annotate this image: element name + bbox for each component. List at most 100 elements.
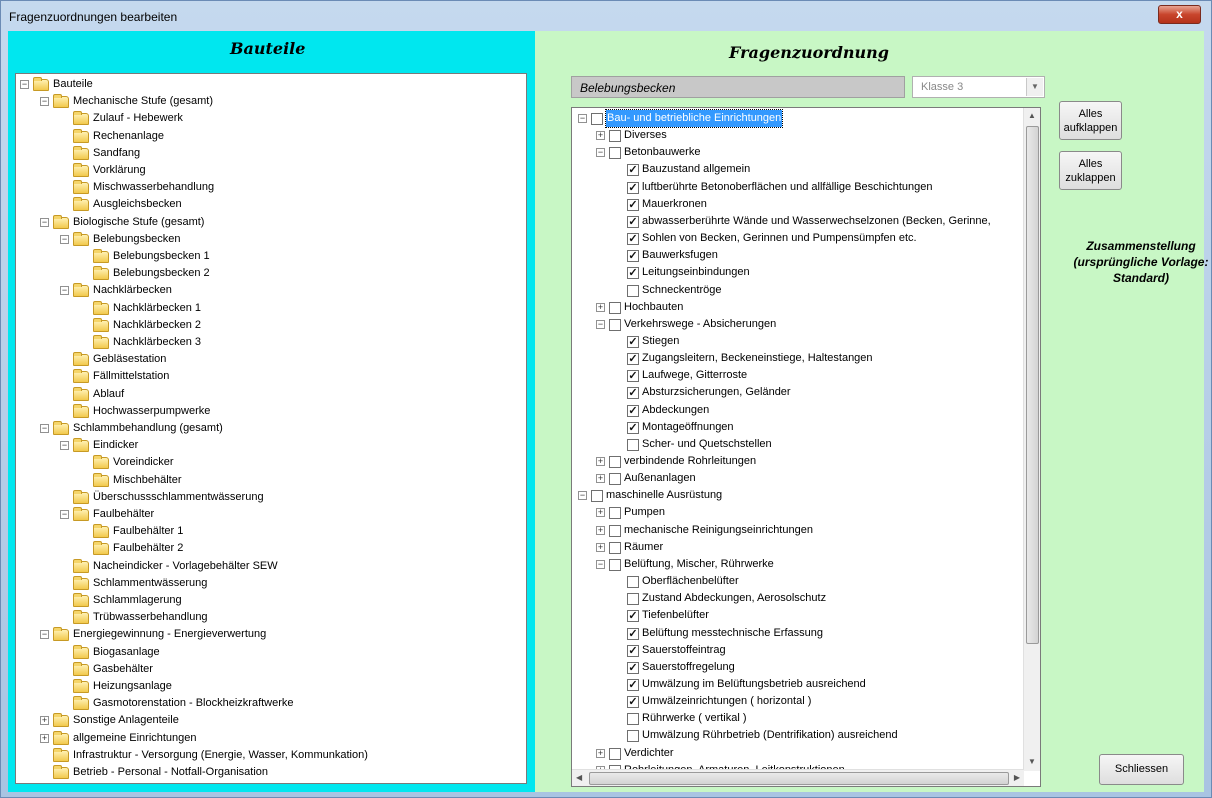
frage-tree-item[interactable]: ✓ Umwälzeinrichtungen ( horizontal ) — [572, 693, 1024, 710]
bauteil-tree-item[interactable]: Schlammlagerung — [16, 592, 526, 609]
bauteile-tree[interactable]: − Bauteile − Mechanische Stufe (gesamt) Zula… — [15, 73, 527, 784]
frage-tree-item[interactable]: Scher- und Quetschstellen — [572, 436, 1024, 453]
horizontal-scroll-thumb[interactable] — [589, 772, 1009, 785]
frage-tree-item[interactable]: + mechanische Reinigungseinrichtungen — [572, 522, 1024, 539]
expand-node-icon[interactable]: + — [596, 748, 605, 758]
bauteil-tree-item[interactable]: Nachklärbecken 1 — [16, 300, 526, 317]
checkbox-checked[interactable]: ✓ — [627, 387, 639, 400]
frage-tree-item[interactable]: Zustand Abdeckungen, Aerosolschutz — [572, 590, 1024, 607]
bauteil-tree-item[interactable]: Trübwasserbehandlung — [16, 609, 526, 626]
checkbox-checked[interactable]: ✓ — [627, 661, 639, 674]
bauteil-tree-item[interactable]: − Mechanische Stufe (gesamt) — [16, 93, 526, 110]
checkbox-unchecked[interactable] — [609, 558, 621, 571]
chevron-down-icon[interactable]: ▼ — [1026, 78, 1043, 96]
checkbox-unchecked[interactable] — [591, 490, 603, 503]
frage-tree-item[interactable]: ✓ Zugangsleitern, Beckeneinstiege, Haltes… — [572, 350, 1024, 367]
frage-tree-item[interactable]: − maschinelle Ausrüstung — [572, 487, 1024, 504]
checkbox-unchecked[interactable] — [627, 730, 639, 743]
frage-tree-item[interactable]: + Hochbauten — [572, 299, 1024, 316]
checkbox-checked[interactable]: ✓ — [627, 267, 639, 280]
collapse-node-icon[interactable]: − — [20, 80, 29, 89]
scroll-left-icon[interactable]: ◀ — [576, 773, 582, 782]
checkbox-checked[interactable]: ✓ — [627, 404, 639, 417]
checkbox-unchecked[interactable] — [627, 593, 639, 606]
frage-tree-item[interactable]: − Belüftung, Mischer, Rührwerke — [572, 556, 1024, 573]
checkbox-checked[interactable]: ✓ — [627, 250, 639, 263]
frage-tree-item[interactable]: ✓ Sohlen von Becken, Gerinnen und Pumpens… — [572, 230, 1024, 247]
frage-tree-item[interactable]: ✓ Absturzsicherungen, Geländer — [572, 384, 1024, 401]
frage-tree-item[interactable]: ✓ Bauwerksfugen — [572, 247, 1024, 264]
checkbox-checked[interactable]: ✓ — [627, 610, 639, 623]
collapse-node-icon[interactable]: − — [60, 234, 69, 244]
frage-tree-item[interactable]: Oberflächenbelüfter — [572, 573, 1024, 590]
checkbox-unchecked[interactable] — [627, 713, 639, 726]
bauteil-tree-item[interactable]: Gasbehälter — [16, 661, 526, 678]
frage-tree-item[interactable]: ✓ Montageöffnungen — [572, 419, 1024, 436]
checkbox-checked[interactable]: ✓ — [627, 181, 639, 194]
checkbox-unchecked[interactable] — [609, 507, 621, 520]
bauteil-tree-item[interactable]: Betrieb - Personal - Notfall-Organisatio… — [16, 764, 526, 781]
bauteil-tree-item[interactable]: Nachklärbecken 3 — [16, 334, 526, 351]
bauteil-tree-item[interactable]: Voreindicker — [16, 454, 526, 471]
frage-tree-item[interactable]: ✓ Laufwege, Gitterroste — [572, 367, 1024, 384]
bauteil-tree-item[interactable]: Faulbehälter 2 — [16, 540, 526, 557]
checkbox-unchecked[interactable] — [609, 473, 621, 486]
frage-tree-item[interactable]: ✓ Sauerstoffregelung — [572, 659, 1024, 676]
checkbox-unchecked[interactable] — [609, 301, 621, 314]
frage-tree-item[interactable]: − Verkehrswege - Absicherungen — [572, 316, 1024, 333]
frage-tree-item[interactable]: + Pumpen — [572, 504, 1024, 521]
frage-tree-item[interactable]: ✓ luftberührte Betonoberflächen und allfä… — [572, 179, 1024, 196]
bauteil-tree-item[interactable]: Rechenanlage — [16, 128, 526, 145]
bauteil-tree-item[interactable]: Ausgleichsbecken — [16, 196, 526, 213]
checkbox-unchecked[interactable] — [609, 147, 621, 160]
frage-tree-item[interactable]: Schneckentröge — [572, 282, 1024, 299]
expand-node-icon[interactable]: + — [596, 542, 605, 552]
collapse-node-icon[interactable]: − — [596, 319, 605, 329]
bauteil-tree-item[interactable]: Nacheindicker - Vorlagebehälter SEW — [16, 558, 526, 575]
bauteil-tree-item[interactable]: + Sonstige Anlagenteile — [16, 712, 526, 729]
bauteil-tree-item[interactable]: − Belebungsbecken — [16, 231, 526, 248]
checkbox-unchecked[interactable] — [627, 576, 639, 589]
bauteil-tree-item[interactable]: Gasmotorenstation - Blockheizkraftwerke — [16, 695, 526, 712]
checkbox-unchecked[interactable] — [609, 524, 621, 537]
checkbox-unchecked[interactable] — [627, 438, 639, 451]
checkbox-checked[interactable]: ✓ — [627, 215, 639, 228]
frage-tree-item[interactable]: ✓ Stiegen — [572, 333, 1024, 350]
bauteil-tree-item[interactable]: Mischbehälter — [16, 472, 526, 489]
frage-tree-item[interactable]: ✓ Abdeckungen — [572, 402, 1024, 419]
checkbox-checked[interactable]: ✓ — [627, 678, 639, 691]
bauteil-tree-item[interactable]: Nachklärbecken 2 — [16, 317, 526, 334]
checkbox-checked[interactable]: ✓ — [627, 353, 639, 366]
expand-node-icon[interactable]: + — [596, 508, 605, 518]
frage-tree-item[interactable]: Rührwerke ( vertikal ) — [572, 710, 1024, 727]
class-select[interactable]: Klasse 3 ▼ — [912, 76, 1045, 98]
checkbox-unchecked[interactable] — [609, 130, 621, 143]
collapse-node-icon[interactable]: − — [596, 559, 605, 569]
checkbox-checked[interactable]: ✓ — [627, 627, 639, 640]
checkbox-unchecked[interactable] — [591, 113, 603, 125]
close-window-button[interactable]: x — [1158, 5, 1201, 24]
checkbox-checked[interactable]: ✓ — [627, 164, 639, 177]
vertical-scroll-thumb[interactable] — [1026, 126, 1039, 644]
frage-tree-item[interactable]: ✓ Sauerstoffeintrag — [572, 642, 1024, 659]
bauteil-tree-item[interactable]: Belebungsbecken 2 — [16, 265, 526, 282]
expand-all-button[interactable]: Alles aufklappen — [1059, 101, 1122, 140]
checkbox-checked[interactable]: ✓ — [627, 335, 639, 348]
collapse-node-icon[interactable]: − — [60, 510, 69, 519]
frage-tree-item[interactable]: + Verdichter — [572, 745, 1024, 762]
bauteil-tree-item[interactable]: − Biologische Stufe (gesamt) — [16, 214, 526, 231]
bauteil-tree-item[interactable]: − Schlammbehandlung (gesamt) — [16, 420, 526, 437]
bauteil-tree-item[interactable]: − Faulbehälter — [16, 506, 526, 523]
collapse-all-button[interactable]: Alles zuklappen — [1059, 151, 1122, 190]
collapse-node-icon[interactable]: − — [40, 630, 49, 640]
bauteil-tree-item[interactable]: − Bauteile — [16, 76, 526, 93]
frage-tree-item[interactable]: ✓ Mauerkronen — [572, 196, 1024, 213]
bauteil-tree-item[interactable]: − Energiegewinnung - Energieverwertung — [16, 626, 526, 643]
horizontal-scrollbar[interactable]: ◀ ▶ — [572, 769, 1024, 786]
checkbox-unchecked[interactable] — [609, 456, 621, 468]
checkbox-checked[interactable]: ✓ — [627, 421, 639, 434]
bauteil-tree-item[interactable]: Fällmittelstation — [16, 368, 526, 385]
frage-tree-item[interactable]: ✓ Leitungseinbindungen — [572, 264, 1024, 281]
collapse-node-icon[interactable]: − — [60, 286, 69, 296]
bauteil-tree-item[interactable]: Überschussschlammentwässerung — [16, 489, 526, 506]
